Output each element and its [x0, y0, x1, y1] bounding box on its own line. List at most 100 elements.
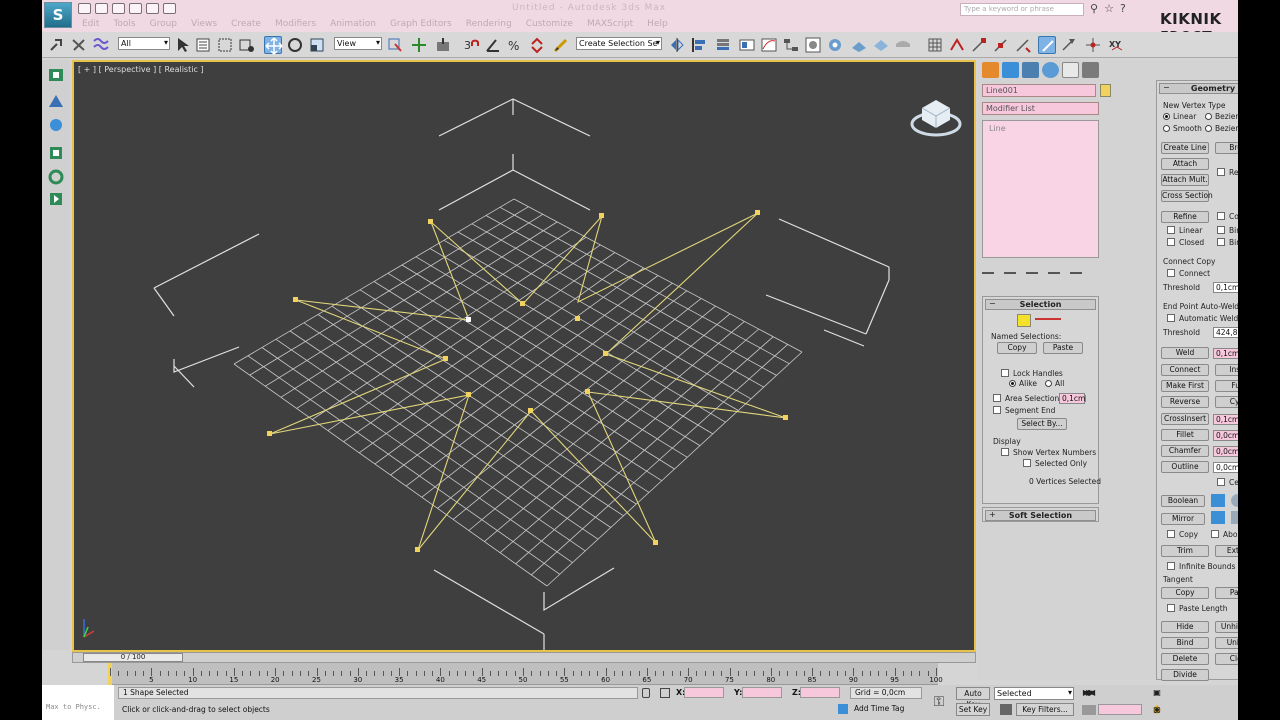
- chamfer-button[interactable]: Chamfer: [1161, 445, 1209, 457]
- render-production-icon[interactable]: [872, 36, 890, 54]
- menu-graph-editors[interactable]: Graph Editors: [390, 19, 452, 29]
- menu-maxscript[interactable]: MAXScript: [587, 19, 633, 29]
- render-iterative-icon[interactable]: [894, 36, 912, 54]
- use-pivot-center-icon[interactable]: [386, 36, 404, 54]
- zoom-extents-all-icon[interactable]: ▣: [1150, 687, 1164, 698]
- object-name-field[interactable]: Line001: [982, 84, 1096, 97]
- key-mode-toggle-small-icon[interactable]: [1082, 705, 1096, 715]
- time-slider[interactable]: 0 / 100: [72, 652, 976, 663]
- bezier-vertex-radio[interactable]: [1205, 113, 1212, 120]
- select-and-move-icon[interactable]: [264, 36, 283, 55]
- select-and-manipulate-icon[interactable]: [410, 36, 428, 54]
- display-tab-icon[interactable]: [1062, 62, 1079, 78]
- stack-item-line[interactable]: Line: [989, 124, 1006, 133]
- curve-editor-icon[interactable]: [760, 36, 778, 54]
- utilities-tab-icon[interactable]: [1082, 62, 1099, 78]
- snap-face-icon[interactable]: [1038, 36, 1056, 54]
- area-selection-spinner[interactable]: 0,1cm: [1059, 393, 1086, 404]
- fillet-button[interactable]: Fillet: [1161, 429, 1209, 441]
- named-copy-button[interactable]: Copy: [997, 342, 1037, 354]
- about-pivot-checkbox[interactable]: [1211, 530, 1219, 538]
- select-by-button[interactable]: Select By...: [1017, 418, 1067, 430]
- snap-pivot-icon[interactable]: [1060, 36, 1078, 54]
- menu-create[interactable]: Create: [231, 19, 261, 29]
- paste-length-checkbox[interactable]: [1167, 604, 1175, 612]
- menu-group[interactable]: Group: [150, 19, 177, 29]
- create-lights-icon[interactable]: [46, 116, 66, 134]
- create-tab-icon[interactable]: [982, 62, 999, 78]
- perspective-viewport[interactable]: [ + ] [ Perspective ] [ Realistic ]: [72, 60, 976, 652]
- align-icon[interactable]: [690, 36, 708, 54]
- alike-radio[interactable]: [1009, 380, 1016, 387]
- crossinsert-spinner[interactable]: 0,1cm: [1213, 414, 1238, 425]
- add-time-tag-button[interactable]: Add Time Tag: [850, 704, 922, 716]
- snap-endpoint-icon[interactable]: [970, 36, 988, 54]
- bind-button[interactable]: Bind: [1161, 637, 1209, 649]
- outline-button[interactable]: Outline: [1161, 461, 1209, 473]
- menu-help[interactable]: Help: [647, 19, 668, 29]
- help-icon[interactable]: ?: [1120, 2, 1126, 15]
- delete-button[interactable]: Delete: [1161, 653, 1209, 665]
- unlink-icon[interactable]: [70, 36, 88, 54]
- boolean-button[interactable]: Boolean: [1161, 495, 1205, 507]
- reference-coordinate-dropdown[interactable]: View: [334, 37, 382, 50]
- vertex-mode-icon[interactable]: [1017, 314, 1031, 327]
- menu-animation[interactable]: Animation: [330, 19, 376, 29]
- select-by-name-icon[interactable]: [194, 36, 212, 54]
- center-checkbox[interactable]: [1217, 478, 1225, 486]
- search-input[interactable]: Type a keyword or phrase: [960, 3, 1084, 16]
- connect-refine-checkbox[interactable]: [1217, 212, 1225, 220]
- y-coord-field[interactable]: [742, 687, 782, 698]
- weld-spinner[interactable]: 0,1cm: [1213, 348, 1238, 359]
- extend-button[interactable]: Extend: [1215, 545, 1238, 557]
- snaps-toggle-icon[interactable]: 3: [462, 36, 480, 54]
- close-button[interactable]: Close: [1215, 653, 1238, 665]
- snap-grid-icon[interactable]: [926, 36, 944, 54]
- modifier-stack[interactable]: Line: [982, 120, 1099, 258]
- rectangular-selection-icon[interactable]: [216, 36, 234, 54]
- binoculars-icon[interactable]: ⚲: [1090, 2, 1098, 15]
- menu-customize[interactable]: Customize: [526, 19, 573, 29]
- lock-handles-checkbox[interactable]: [1001, 369, 1009, 377]
- absolute-mode-icon[interactable]: [660, 688, 670, 698]
- linear-vertex-radio[interactable]: [1163, 113, 1170, 120]
- make-unique-icon[interactable]: [1026, 264, 1038, 274]
- create-helpers-icon[interactable]: [46, 168, 66, 186]
- motion-tab-icon[interactable]: [1042, 62, 1059, 78]
- pin-stack-icon[interactable]: [982, 264, 994, 274]
- geometry-rollout-header[interactable]: − Geometry: [1159, 83, 1238, 94]
- graphite-ribbon-icon[interactable]: [738, 36, 756, 54]
- named-selection-sets-dropdown[interactable]: Create Selection Se: [576, 37, 662, 50]
- mirror-copy-checkbox[interactable]: [1167, 530, 1175, 538]
- select-and-link-icon[interactable]: [48, 36, 66, 54]
- open-file-icon[interactable]: [95, 3, 108, 14]
- attach-mult-button[interactable]: Attach Mult.: [1161, 174, 1209, 186]
- selection-lock-icon[interactable]: [642, 688, 650, 698]
- select-object-icon[interactable]: [174, 36, 192, 54]
- object-color-swatch[interactable]: [1100, 84, 1111, 97]
- mirror-icon[interactable]: [668, 36, 686, 54]
- cycle-button[interactable]: Cycle: [1215, 396, 1238, 408]
- undo-icon[interactable]: [129, 3, 142, 14]
- named-paste-button[interactable]: Paste: [1043, 342, 1083, 354]
- set-key-button[interactable]: Set Key: [956, 703, 990, 716]
- selected-only-checkbox[interactable]: [1023, 459, 1031, 467]
- refine-button[interactable]: Refine: [1161, 211, 1209, 223]
- time-slider-thumb[interactable]: 0 / 100: [83, 653, 183, 662]
- redo-icon[interactable]: [146, 3, 159, 14]
- mirror-button[interactable]: Mirror: [1161, 513, 1205, 525]
- segment-end-checkbox[interactable]: [993, 406, 1001, 414]
- spinner-snap-icon[interactable]: [528, 36, 546, 54]
- unbind-button[interactable]: Unbind: [1215, 637, 1238, 649]
- reorient-checkbox[interactable]: [1217, 168, 1225, 176]
- set-key-icon[interactable]: ⚿: [924, 685, 954, 720]
- make-first-button[interactable]: Make First: [1161, 380, 1209, 392]
- attach-button[interactable]: Attach: [1161, 158, 1209, 170]
- snap-vertex-icon[interactable]: [948, 36, 966, 54]
- tangent-copy-button[interactable]: Copy: [1161, 587, 1209, 599]
- menu-views[interactable]: Views: [191, 19, 217, 29]
- tangent-paste-button[interactable]: Paste: [1215, 587, 1238, 599]
- create-shapes-icon[interactable]: [46, 92, 66, 110]
- menu-modifiers[interactable]: Modifiers: [275, 19, 316, 29]
- current-frame-field[interactable]: [1098, 704, 1142, 715]
